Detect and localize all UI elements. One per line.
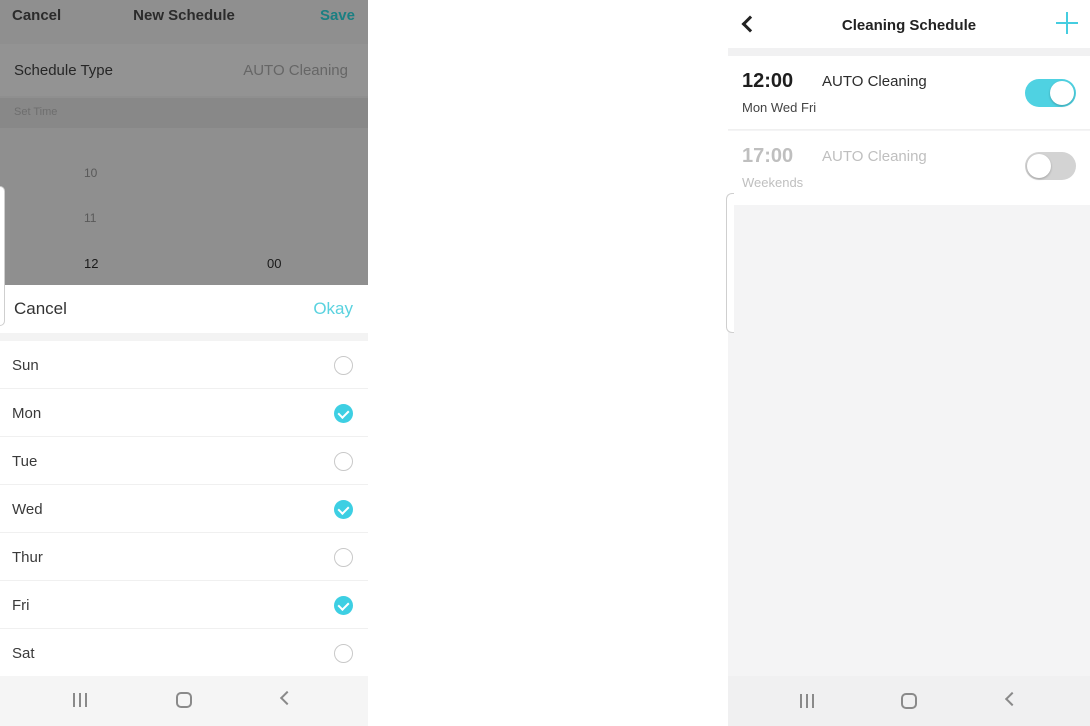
hour-option-selected[interactable]: 12 — [84, 256, 98, 271]
day-row-sun[interactable]: Sun — [0, 341, 368, 389]
header-divider — [728, 48, 1090, 56]
day-label: Wed — [12, 501, 43, 518]
day-radio-unchecked-icon[interactable] — [334, 356, 353, 375]
day-row-mon[interactable]: Mon — [0, 389, 368, 437]
set-time-label: Set Time — [14, 106, 58, 118]
day-row-fri[interactable]: Fri — [0, 581, 368, 629]
minute-option-selected[interactable]: 00 — [267, 256, 281, 271]
day-label: Mon — [12, 405, 42, 422]
repeat-sheet-header: Cancel Okay — [0, 285, 368, 333]
sheet-divider — [0, 333, 368, 341]
day-label: Tue — [12, 453, 38, 470]
system-nav-bar — [0, 676, 368, 726]
schedule-mode: AUTO Cleaning — [822, 73, 927, 90]
edge-panel-handle[interactable] — [0, 186, 5, 326]
schedule-time: 17:00 — [742, 145, 794, 167]
schedule-mode: AUTO Cleaning — [822, 148, 927, 165]
edge-panel-handle[interactable] — [726, 193, 734, 333]
home-icon[interactable] — [176, 692, 192, 708]
hour-option[interactable]: 11 — [84, 211, 96, 225]
new-schedule-header: Cancel New Schedule Save — [0, 0, 368, 40]
schedule-time: 12:00 — [742, 70, 794, 92]
hour-option[interactable]: 10 — [84, 166, 97, 180]
schedule-type-label: Schedule Type — [14, 62, 113, 79]
toggle-knob — [1050, 81, 1074, 105]
day-radio-unchecked-icon[interactable] — [334, 644, 353, 663]
day-row-thur[interactable]: Thur — [0, 533, 368, 581]
day-row-sat[interactable]: Sat — [0, 629, 368, 677]
cleaning-schedule-screen: Cleaning Schedule 12:00 AUTO Cleaning Mo… — [728, 0, 1090, 726]
home-icon[interactable] — [901, 693, 917, 709]
toggle-knob — [1027, 154, 1051, 178]
day-label: Fri — [12, 597, 30, 614]
day-radio-checked-icon[interactable] — [334, 596, 353, 615]
back-icon[interactable] — [1004, 691, 1020, 707]
day-radio-checked-icon[interactable] — [334, 500, 353, 519]
day-list: Sun Mon Tue Wed Thur Fri Sat — [0, 341, 368, 677]
day-radio-unchecked-icon[interactable] — [334, 452, 353, 471]
schedule-days: Mon Wed Fri — [742, 100, 817, 115]
system-nav-bar — [728, 676, 1090, 726]
page-title: Cleaning Schedule — [841, 17, 977, 34]
schedule-type-row[interactable]: Schedule Type AUTO Cleaning — [0, 44, 368, 96]
cleaning-schedule-header: Cleaning Schedule — [728, 0, 1090, 48]
schedule-item[interactable]: 17:00 AUTO Cleaning Weekends — [728, 131, 1090, 205]
save-button[interactable]: Save — [320, 7, 355, 24]
sheet-cancel-button[interactable]: Cancel — [14, 299, 67, 319]
plus-icon[interactable] — [1056, 12, 1078, 34]
schedule-toggle[interactable] — [1025, 152, 1076, 180]
day-row-tue[interactable]: Tue — [0, 437, 368, 485]
schedule-item[interactable]: 12:00 AUTO Cleaning Mon Wed Fri — [728, 56, 1090, 130]
day-label: Sun — [12, 357, 39, 374]
sheet-okay-button[interactable]: Okay — [313, 299, 353, 319]
recent-apps-icon[interactable] — [73, 693, 89, 707]
new-schedule-screen: Cancel New Schedule Save Schedule Type A… — [0, 0, 368, 726]
schedule-toggle[interactable] — [1025, 79, 1076, 107]
back-icon[interactable] — [279, 690, 295, 706]
day-radio-unchecked-icon[interactable] — [334, 548, 353, 567]
page-title: New Schedule — [133, 7, 235, 24]
day-label: Sat — [12, 645, 35, 662]
schedule-days: Weekends — [742, 175, 804, 190]
day-row-wed[interactable]: Wed — [0, 485, 368, 533]
day-label: Thur — [12, 549, 43, 566]
dimmed-background-overlay[interactable]: Cancel New Schedule Save Schedule Type A… — [0, 0, 368, 285]
schedule-type-value: AUTO Cleaning — [243, 62, 348, 79]
day-radio-checked-icon[interactable] — [334, 404, 353, 423]
recent-apps-icon[interactable] — [800, 694, 816, 708]
